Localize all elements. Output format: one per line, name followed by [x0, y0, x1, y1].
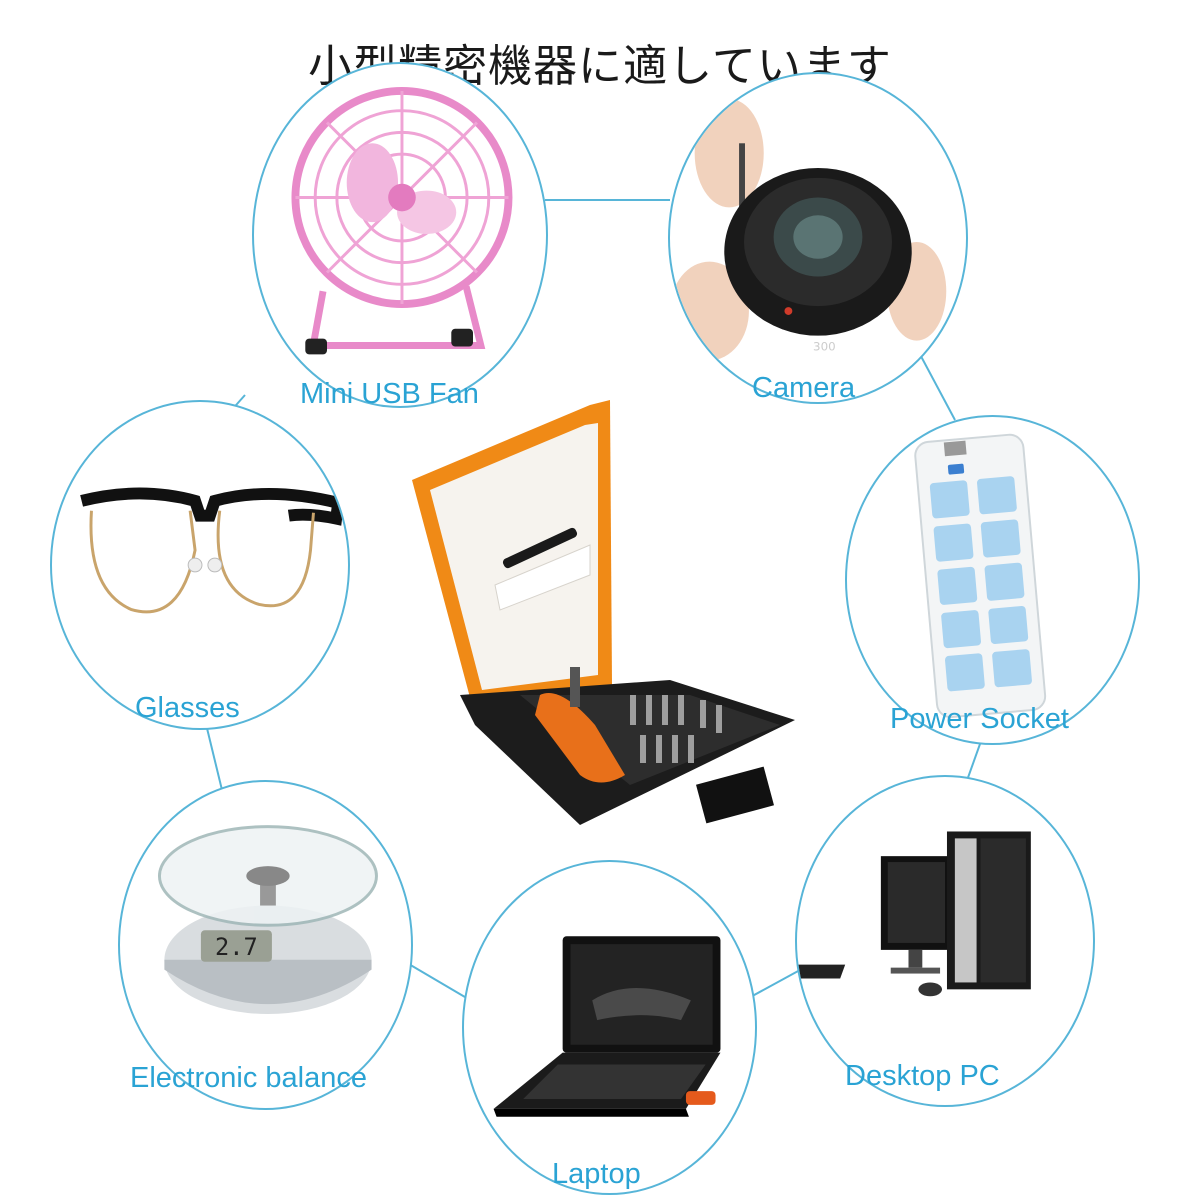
eyeglasses-icon [80, 487, 345, 614]
glasses-circle [50, 400, 350, 730]
laptop-label: Laptop [552, 1158, 641, 1190]
socket-circle [845, 415, 1140, 745]
desktop-pc-icon [797, 831, 1031, 997]
socket-label: Power Socket [890, 703, 1069, 735]
scale-display: 2.7 [215, 933, 258, 961]
balance-circle: 2.7 [118, 780, 413, 1110]
screwdriver-kit-icon [412, 400, 795, 825]
desktop-label: Desktop PC [845, 1060, 1000, 1092]
digital-scale-icon: 2.7 [157, 825, 378, 1015]
lens-marking: 300 [813, 339, 836, 353]
balance-label: Electronic balance [130, 1062, 367, 1094]
desktop-circle [795, 775, 1095, 1107]
glasses-label: Glasses [135, 692, 240, 724]
laptop-icon [493, 936, 721, 1117]
pink-desk-fan-icon [291, 87, 513, 355]
camera-lens-icon: 300 [670, 98, 947, 361]
camera-circle: 300 [668, 72, 968, 404]
fan-circle [252, 62, 548, 408]
screwdriver-kit-image [400, 395, 800, 855]
laptop-circle [462, 860, 757, 1195]
power-strip-icon [914, 433, 1047, 719]
